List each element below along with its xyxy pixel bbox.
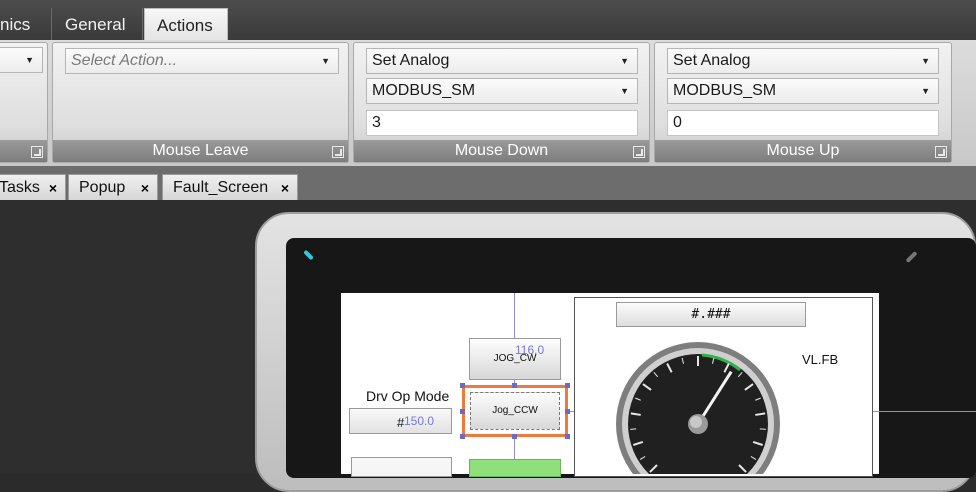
mouse-up-target-combo[interactable]: MODBUS_SM ▼ — [667, 78, 939, 104]
dialog-launcher-icon[interactable] — [633, 146, 645, 158]
tab-actions[interactable]: Actions — [144, 8, 228, 40]
ribbon-group-mouse-up: Set Analog ▼ MODBUS_SM ▼ 0 Mouse Up — [654, 42, 952, 163]
tab-label: nics — [0, 15, 30, 34]
doc-tab-fault-screen[interactable]: Fault_Screen × — [162, 174, 298, 200]
resize-handle[interactable] — [460, 383, 465, 388]
tab-label: General — [65, 15, 125, 34]
field-value: 3 — [372, 114, 381, 131]
combo-value: MODBUS_SM — [673, 82, 776, 99]
close-icon[interactable]: × — [49, 175, 57, 201]
mouse-down-target-combo[interactable]: MODBUS_SM ▼ — [366, 78, 638, 104]
mouse-down-value-field[interactable]: 3 — [366, 110, 638, 136]
chevron-down-icon: ▼ — [921, 49, 930, 73]
tab-general[interactable]: General — [53, 8, 143, 40]
mouse-up-action-combo[interactable]: Set Analog ▼ — [667, 48, 939, 74]
drv-op-mode-label: Drv Op Mode — [366, 388, 449, 404]
close-icon[interactable]: × — [281, 175, 289, 201]
dimension-height-label: 150.0 — [404, 414, 434, 428]
dialog-launcher-icon[interactable] — [332, 146, 344, 158]
resize-handle[interactable] — [565, 409, 570, 414]
ribbon-group-mouse-leave: Select Action... ▼ Mouse Leave — [52, 42, 349, 163]
tab-graphics[interactable]: nics — [0, 8, 52, 40]
drv-op-mode-display[interactable]: # — [349, 408, 452, 434]
speed-label: VL.FB — [802, 352, 838, 367]
mouse-down-action-combo[interactable]: Set Analog ▼ — [366, 48, 638, 74]
mouse-up-value-field[interactable]: 0 — [667, 110, 939, 136]
combo-placeholder: Select Action... — [71, 52, 177, 69]
button-label: Jog_CCW — [492, 405, 538, 416]
dialog-launcher-icon[interactable] — [935, 146, 947, 158]
green-indicator — [469, 459, 561, 477]
tab-label: Actions — [157, 16, 213, 35]
chevron-down-icon: ▼ — [321, 49, 330, 73]
jog-ccw-button[interactable]: Jog_CCW — [470, 392, 560, 430]
document-tab-bar: Tasks × Popup × Fault_Screen × — [0, 166, 976, 200]
doc-tab-popup[interactable]: Popup × — [68, 174, 158, 200]
chevron-down-icon: ▼ — [620, 49, 629, 73]
top-tab-strip: nics General Actions — [0, 0, 976, 40]
partial-button[interactable] — [351, 457, 452, 477]
combo-value: Set Analog — [673, 52, 750, 69]
combo-value: MODBUS_SM — [372, 82, 475, 99]
ribbon-group-partial: ▼ — [0, 42, 48, 163]
group-title: Mouse Up — [655, 140, 951, 162]
combo-value: Set Analog — [372, 52, 449, 69]
resize-handle[interactable] — [512, 383, 517, 388]
partial-action-combo[interactable]: ▼ — [0, 47, 43, 73]
tab-label: Popup — [79, 179, 125, 196]
dimension-width-label: 116.0 — [515, 343, 544, 357]
mouse-leave-action-combo[interactable]: Select Action... ▼ — [65, 48, 339, 74]
dialog-launcher-icon[interactable] — [31, 146, 43, 158]
ribbon: ▼ Select Action... ▼ Mouse Leave Set Ana… — [0, 40, 976, 166]
field-value: 0 — [673, 114, 682, 131]
resize-handle[interactable] — [565, 434, 570, 439]
speed-gauge[interactable] — [608, 328, 788, 474]
chevron-down-icon: ▼ — [620, 79, 629, 103]
gauge-hub-highlight — [690, 416, 702, 428]
close-icon[interactable]: × — [141, 175, 149, 201]
chevron-down-icon: ▼ — [921, 79, 930, 103]
ribbon-group-mouse-down: Set Analog ▼ MODBUS_SM ▼ 3 Mouse Down — [353, 42, 650, 163]
group-title: Mouse Leave — [53, 140, 348, 162]
tab-label: Tasks — [0, 179, 40, 196]
resize-handle[interactable] — [512, 434, 517, 439]
doc-tab-tasks[interactable]: Tasks × — [0, 174, 66, 200]
chevron-down-icon: ▼ — [25, 48, 34, 72]
resize-handle[interactable] — [460, 409, 465, 414]
tab-label: Fault_Screen — [173, 179, 268, 196]
resize-handle[interactable] — [565, 383, 570, 388]
resize-handle[interactable] — [460, 434, 465, 439]
numeric-display[interactable]: #.### — [616, 302, 806, 327]
group-title: Mouse Down — [354, 140, 649, 162]
